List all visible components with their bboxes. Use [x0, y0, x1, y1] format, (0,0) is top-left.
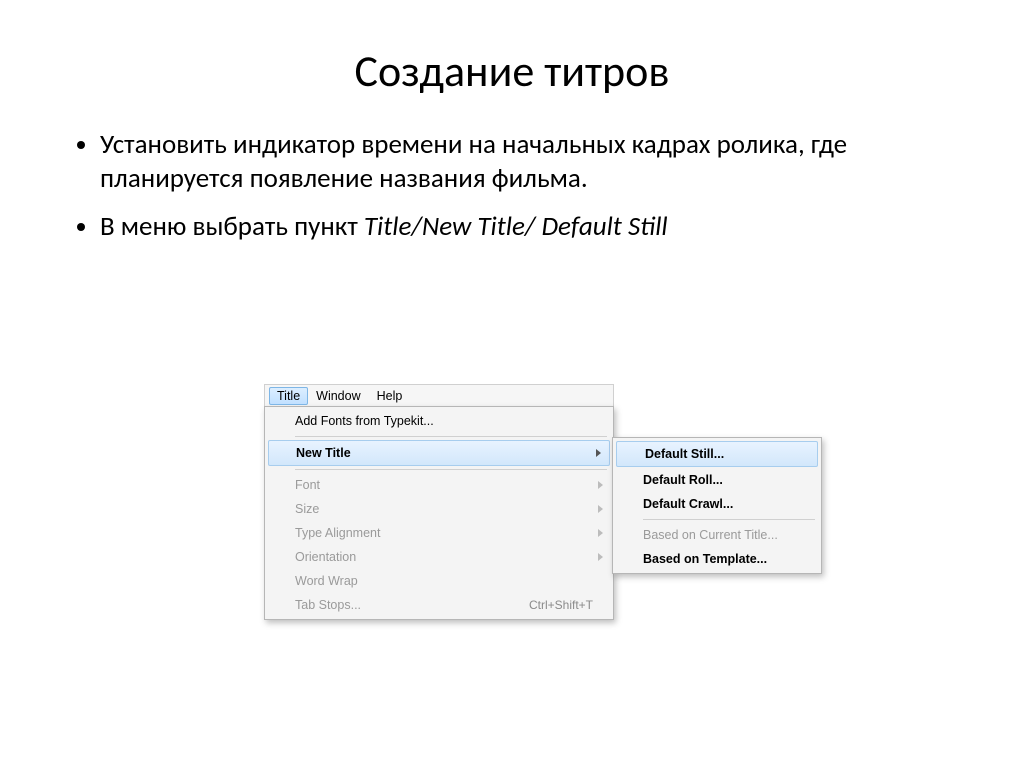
submenu-item-default-crawl[interactable]: Default Crawl... — [615, 492, 819, 516]
menubar-item-window[interactable]: Window — [308, 387, 368, 405]
menu-item-add-fonts[interactable]: Add Fonts from Typekit... — [267, 409, 611, 433]
menu-item-type-alignment[interactable]: Type Alignment — [267, 521, 611, 545]
submenu-label-default-crawl: Default Crawl... — [643, 497, 733, 511]
menu-item-new-title[interactable]: New Title — [268, 440, 610, 466]
menu-label-new-title: New Title — [296, 446, 351, 460]
bullet-2-text: В меню выбрать пункт — [100, 210, 364, 243]
menubar: Title Window Help — [264, 384, 614, 406]
menu-separator — [295, 436, 607, 437]
submenu-item-based-on-current[interactable]: Based on Current Title... — [615, 523, 819, 547]
menu-label-size: Size — [295, 502, 319, 516]
menu-separator — [643, 519, 815, 520]
menu-label-add-fonts: Add Fonts from Typekit... — [295, 414, 434, 428]
menu-item-orientation[interactable]: Orientation — [267, 545, 611, 569]
submenu-label-default-still: Default Still... — [645, 447, 724, 461]
menu-item-word-wrap[interactable]: Word Wrap — [267, 569, 611, 593]
submenu-item-default-still[interactable]: Default Still... — [616, 441, 818, 467]
menu-label-word-wrap: Word Wrap — [295, 574, 358, 588]
chevron-right-icon — [598, 481, 603, 489]
chevron-right-icon — [598, 529, 603, 537]
body-list: Установить индикатор времени на начальны… — [60, 128, 964, 243]
menu-item-font[interactable]: Font — [267, 473, 611, 497]
slide: Создание титров Установить индикатор вре… — [0, 0, 1024, 767]
submenu-label-default-roll: Default Roll... — [643, 473, 723, 487]
menu-item-tab-stops[interactable]: Tab Stops... Ctrl+Shift+T — [267, 593, 611, 617]
menu-item-size[interactable]: Size — [267, 497, 611, 521]
submenu-label-based-on-current: Based on Current Title... — [643, 528, 778, 542]
menu-separator — [295, 469, 607, 470]
menu-label-tab-stops: Tab Stops... — [295, 598, 361, 612]
chevron-right-icon — [596, 449, 601, 457]
menu-label-orientation: Orientation — [295, 550, 356, 564]
chevron-right-icon — [598, 505, 603, 513]
menu-screenshot: Title Window Help Add Fonts from Typekit… — [264, 384, 614, 620]
submenu-label-based-on-template: Based on Template... — [643, 552, 767, 566]
slide-title: Создание титров — [0, 0, 1024, 98]
bullet-2-italic: Title/New Title/ Default Still — [364, 210, 668, 243]
submenu-item-based-on-template[interactable]: Based on Template... — [615, 547, 819, 571]
bullet-2: В меню выбрать пункт Title/New Title/ De… — [100, 210, 964, 244]
title-dropdown: Add Fonts from Typekit... New Title Font… — [264, 406, 614, 620]
menu-label-font: Font — [295, 478, 320, 492]
submenu-item-default-roll[interactable]: Default Roll... — [615, 468, 819, 492]
chevron-right-icon — [598, 553, 603, 561]
bullet-1: Установить индикатор времени на начальны… — [100, 128, 964, 196]
menubar-item-help[interactable]: Help — [369, 387, 411, 405]
menu-shortcut-tab-stops: Ctrl+Shift+T — [529, 598, 593, 612]
new-title-submenu: Default Still... Default Roll... Default… — [612, 437, 822, 574]
menubar-item-title[interactable]: Title — [269, 387, 308, 405]
menu-label-type-alignment: Type Alignment — [295, 526, 380, 540]
